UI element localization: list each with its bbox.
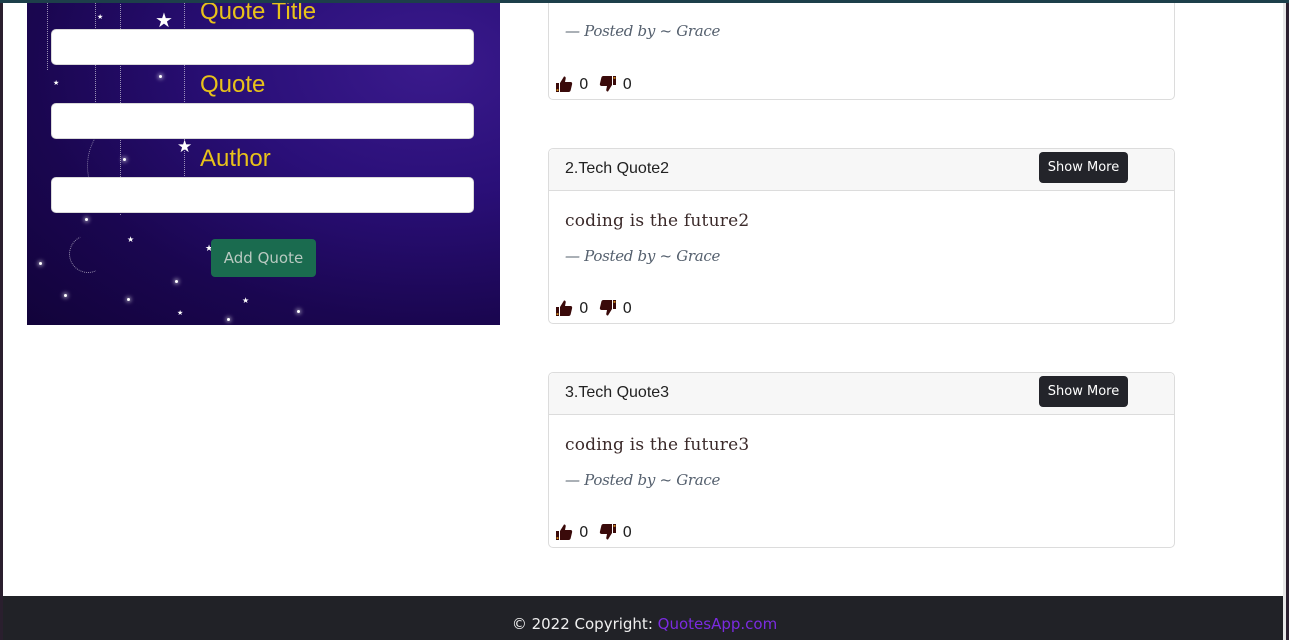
sparkle <box>123 158 126 161</box>
show-more-button[interactable]: Show More <box>1039 152 1128 183</box>
quote-card: 3.Tech Quote3 Show More coding is the fu… <box>548 372 1175 548</box>
downvote-count: 0 <box>622 299 633 317</box>
show-more-button[interactable]: Show More <box>1039 376 1128 407</box>
thumbs-up-icon[interactable] <box>555 523 573 541</box>
footer-copyright: © 2022 Copyright: QuotesApp.com <box>3 615 1286 633</box>
thumbs-down-icon[interactable] <box>599 299 617 317</box>
vote-bar: 0 0 <box>555 299 642 317</box>
star-icon: ★ <box>127 235 135 244</box>
star-icon: ★ <box>177 137 193 157</box>
thumbs-up-icon[interactable] <box>555 299 573 317</box>
sparkle <box>175 280 178 283</box>
quote-text: coding is the future3 <box>565 435 750 455</box>
thumbs-down-icon[interactable] <box>599 523 617 541</box>
sparkle <box>85 218 88 221</box>
page: ★ ★ ★ ★ ★ ★ ★ ★ Quote Title Quote Author… <box>3 0 1286 640</box>
upvote-count: 0 <box>579 523 589 541</box>
quote-text: coding is the future2 <box>565 211 750 231</box>
footer: © 2022 Copyright: QuotesApp.com <box>3 596 1286 640</box>
star-icon: ★ <box>242 296 250 305</box>
posted-by: — Posted by ~ Grace <box>565 471 721 489</box>
star-icon: ★ <box>177 309 184 317</box>
upvote-count: 0 <box>579 299 589 317</box>
add-quote-form: ★ ★ ★ ★ ★ ★ ★ ★ Quote Title Quote Author… <box>27 0 500 325</box>
author-label: Author <box>200 145 271 172</box>
thumbs-up-icon[interactable] <box>555 75 573 93</box>
moon-icon <box>63 229 113 279</box>
vote-bar: 0 0 <box>555 523 642 541</box>
quote-title: 3.Tech Quote3 <box>565 384 670 401</box>
star-icon: ★ <box>155 8 173 32</box>
quote-card-body: coding is the future2 — Posted by ~ Grac… <box>549 191 1174 324</box>
downvote-count: 0 <box>622 75 633 93</box>
footer-site-link[interactable]: QuotesApp.com <box>658 615 778 633</box>
sparkle <box>39 262 42 265</box>
top-border <box>0 0 1289 3</box>
quote-card-body: — Posted by ~ Grace 0 0 <box>549 0 1174 101</box>
sparkle <box>227 318 230 321</box>
author-input[interactable] <box>51 177 474 213</box>
vote-bar: 0 0 <box>555 75 642 93</box>
sparkle <box>127 298 130 301</box>
quote-card-body: coding is the future3 — Posted by ~ Grac… <box>549 415 1174 548</box>
star-icon: ★ <box>97 13 104 21</box>
quote-card: — Posted by ~ Grace 0 0 <box>548 0 1175 100</box>
downvote-count: 0 <box>622 523 633 541</box>
sparkle <box>159 75 162 78</box>
quote-title-input[interactable] <box>51 29 474 65</box>
page-edge <box>1283 0 1286 640</box>
quote-label: Quote <box>200 71 266 98</box>
quote-input[interactable] <box>51 103 474 139</box>
quote-card-header: 3.Tech Quote3 Show More <box>549 373 1174 415</box>
sparkle <box>297 310 300 313</box>
decor-strand <box>47 0 48 70</box>
posted-by: — Posted by ~ Grace <box>565 22 721 40</box>
posted-by: — Posted by ~ Grace <box>565 247 721 265</box>
upvote-count: 0 <box>579 75 589 93</box>
quote-title-label: Quote Title <box>200 0 317 25</box>
quote-card: 2.Tech Quote2 Show More coding is the fu… <box>548 148 1175 324</box>
star-icon: ★ <box>53 79 60 87</box>
copyright-text: © 2022 Copyright: <box>511 615 653 633</box>
add-quote-button[interactable]: Add Quote <box>211 239 316 277</box>
quote-title: 2.Tech Quote2 <box>565 160 670 177</box>
thumbs-down-icon[interactable] <box>599 75 617 93</box>
sparkle <box>64 294 67 297</box>
quote-card-header: 2.Tech Quote2 Show More <box>549 149 1174 191</box>
